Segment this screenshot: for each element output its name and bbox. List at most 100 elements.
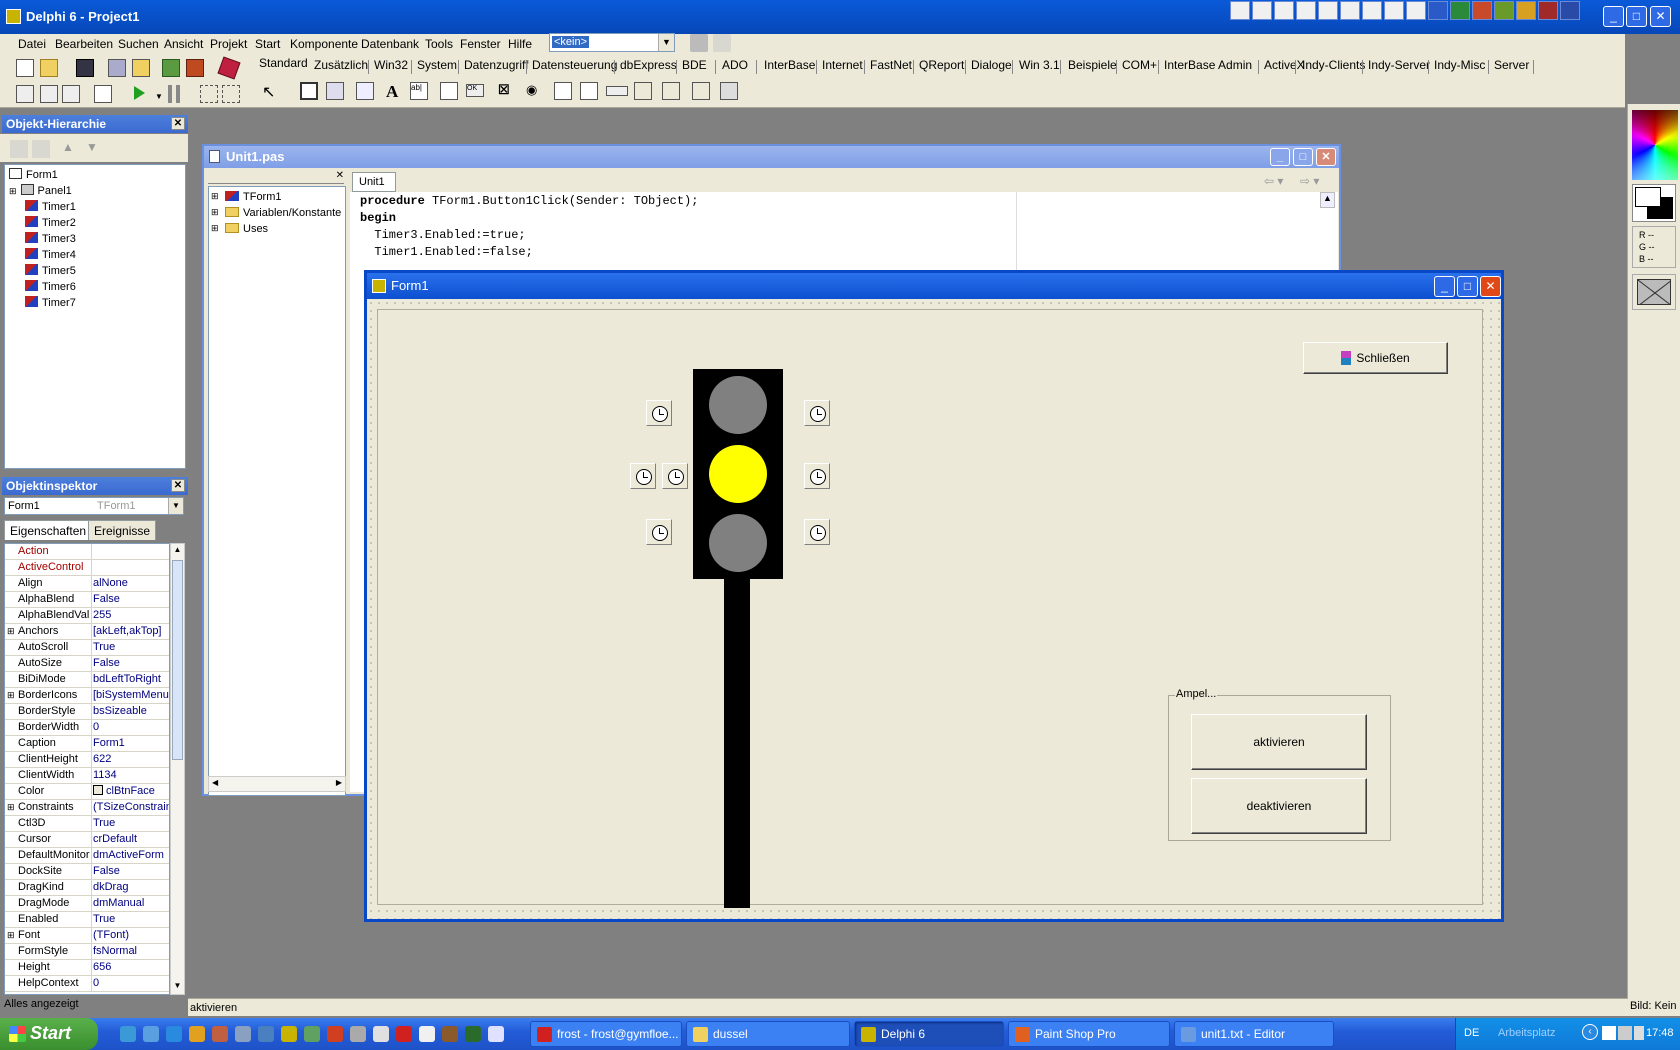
close-icon[interactable]: ✕	[336, 170, 344, 181]
property-row[interactable]: BiDiMode bdLeftToRight	[5, 672, 169, 688]
quicklaunch-icon-8[interactable]	[281, 1026, 297, 1042]
property-row[interactable]: Ctl3D True	[5, 816, 169, 832]
property-row[interactable]: Enabled True	[5, 912, 169, 928]
property-row[interactable]: AutoSize False	[5, 656, 169, 672]
office-icon-3[interactable]	[1274, 1, 1294, 20]
palette-tab-datenzugriff[interactable]: Datenzugriff	[464, 58, 528, 72]
property-value[interactable]: bdLeftToRight	[93, 673, 169, 685]
palette-tab-fastnet[interactable]: FastNet	[870, 58, 912, 72]
view-unit-icon[interactable]	[16, 85, 34, 103]
chevron-left-icon[interactable]: ◀	[212, 778, 218, 787]
task-paint-shop-pro[interactable]: Paint Shop Pro	[1008, 1021, 1170, 1047]
menu-datei[interactable]: Datei	[18, 37, 46, 51]
tree-item-timer1[interactable]: Timer1	[25, 200, 76, 213]
property-value[interactable]: Form1	[93, 737, 169, 749]
quicklaunch-icon-10[interactable]	[327, 1026, 343, 1042]
palette-tab-qreport[interactable]: QReport	[919, 58, 964, 72]
palette-tab-ado[interactable]: ADO	[722, 58, 748, 72]
palette-tab-interbase[interactable]: InterBase	[764, 58, 815, 72]
property-value[interactable]: 622	[93, 753, 169, 765]
mainmenu-component-icon[interactable]	[326, 82, 344, 100]
property-row[interactable]: BorderWidth 0	[5, 720, 169, 736]
deaktivieren-button[interactable]: deaktivieren	[1191, 778, 1367, 834]
button-component-icon[interactable]: OK	[466, 84, 484, 97]
tray-icon-2[interactable]	[1618, 1026, 1632, 1040]
actionlist-component-icon[interactable]	[720, 82, 738, 100]
tab-eigenschaften[interactable]: Eigenschaften	[4, 520, 93, 540]
palette-tab-bde[interactable]: BDE	[682, 58, 707, 72]
save-all-icon[interactable]	[108, 59, 126, 77]
palette-tab-com-plus[interactable]: COM+	[1122, 58, 1157, 72]
color-picker[interactable]	[1632, 110, 1678, 180]
property-row[interactable]: DragKind dkDrag	[5, 880, 169, 896]
explorer-item-variables[interactable]: ⊞ Variablen/Konstante	[211, 207, 341, 219]
panel1[interactable]: Schließen Ampel... aktivieren deaktivier…	[377, 309, 1483, 908]
ide-maximize-button[interactable]: □	[1626, 6, 1647, 27]
explorer-item-uses[interactable]: ⊞ Uses	[211, 223, 268, 235]
task-frost-ftp[interactable]: frost - frost@gymfloe...	[530, 1021, 682, 1047]
task-delphi6[interactable]: Delphi 6	[854, 1021, 1004, 1047]
help-book-icon[interactable]	[217, 56, 241, 80]
property-value[interactable]: [biSystemMenu,	[93, 689, 169, 701]
pause-icon[interactable]	[168, 85, 180, 103]
editor-minimize-button[interactable]: _	[1270, 148, 1290, 166]
edit-component-icon[interactable]: ab|	[410, 82, 428, 100]
frame-component-icon[interactable]	[300, 82, 318, 100]
excel-icon[interactable]	[1450, 1, 1470, 20]
start-button[interactable]: Start	[0, 1018, 98, 1050]
color-swatches[interactable]	[1632, 184, 1676, 222]
menu-komponente[interactable]: Komponente	[290, 37, 358, 51]
property-value[interactable]: dmActiveForm	[93, 849, 169, 861]
inspector-scrollbar[interactable]: ▲ ▼	[170, 543, 185, 995]
tab-unit1[interactable]: Unit1	[352, 172, 396, 192]
run-dropdown-icon[interactable]: ▼	[155, 92, 163, 101]
property-value[interactable]: [akLeft,akTop]	[93, 625, 169, 637]
property-value[interactable]: True	[93, 641, 169, 653]
property-value[interactable]: bsSizeable	[93, 705, 169, 717]
property-value[interactable]: dmManual	[93, 897, 169, 909]
property-value[interactable]: False	[93, 593, 169, 605]
groupbox-component-icon[interactable]	[634, 82, 652, 100]
tree-item-timer4[interactable]: Timer4	[25, 248, 76, 261]
close-icon[interactable]: ✕	[171, 479, 185, 492]
property-value[interactable]: True	[93, 817, 169, 829]
panel-component-icon[interactable]	[692, 82, 710, 100]
remove-from-project-icon[interactable]	[186, 59, 204, 77]
task-editor[interactable]: unit1.txt - Editor	[1174, 1021, 1334, 1047]
palette-tab-internet[interactable]: Internet	[822, 58, 863, 72]
editor-close-button[interactable]: ✕	[1316, 148, 1336, 166]
property-row[interactable]: AlphaBlend False	[5, 592, 169, 608]
quicklaunch-icon-17[interactable]	[488, 1026, 504, 1042]
label-component-icon[interactable]: A	[386, 82, 404, 101]
quicklaunch-icon-6[interactable]	[235, 1026, 251, 1042]
palette-tab-dbexpress[interactable]: dbExpress	[620, 58, 677, 72]
menu-ansicht[interactable]: Ansicht	[164, 37, 203, 51]
office-icon-2[interactable]	[1252, 1, 1272, 20]
timer1-component-icon[interactable]	[646, 400, 672, 426]
property-value[interactable]: clBtnFace	[93, 785, 169, 797]
office-icon-1[interactable]	[1230, 1, 1250, 20]
property-row[interactable]: ⊞ BorderIcons [biSystemMenu,	[5, 688, 169, 704]
tree-item-timer6[interactable]: Timer6	[25, 280, 76, 293]
palette-tab-dialoge[interactable]: Dialoge	[971, 58, 1012, 72]
menu-projekt[interactable]: Projekt	[210, 37, 247, 51]
office-icon-14[interactable]	[1516, 1, 1536, 20]
chevron-down-icon[interactable]: ▼	[168, 498, 183, 514]
property-row[interactable]: BorderStyle bsSizeable	[5, 704, 169, 720]
palette-tab-datensteuerung[interactable]: Datensteuerung	[532, 58, 617, 72]
palette-tab-indy-misc[interactable]: Indy-Misc	[1434, 58, 1485, 72]
property-row[interactable]: ActiveControl	[5, 560, 169, 576]
property-value[interactable]: False	[93, 657, 169, 669]
property-value[interactable]: (TFont)	[93, 929, 169, 941]
scrollbar-thumb[interactable]	[172, 560, 183, 760]
expand-plus-icon[interactable]: ⊞	[9, 186, 17, 196]
property-value[interactable]: (TSizeConstrain	[93, 801, 169, 813]
explorer-splitter[interactable]: ✕	[208, 170, 344, 184]
form1-minimize-button[interactable]: _	[1434, 276, 1455, 297]
save-icon[interactable]	[76, 59, 94, 77]
office-icon-8[interactable]	[1384, 1, 1404, 20]
property-row[interactable]: ClientHeight 622	[5, 752, 169, 768]
quicklaunch-icon-1[interactable]	[120, 1026, 136, 1042]
property-row[interactable]: Cursor crDefault	[5, 832, 169, 848]
desktop-save-icon[interactable]	[690, 34, 708, 52]
